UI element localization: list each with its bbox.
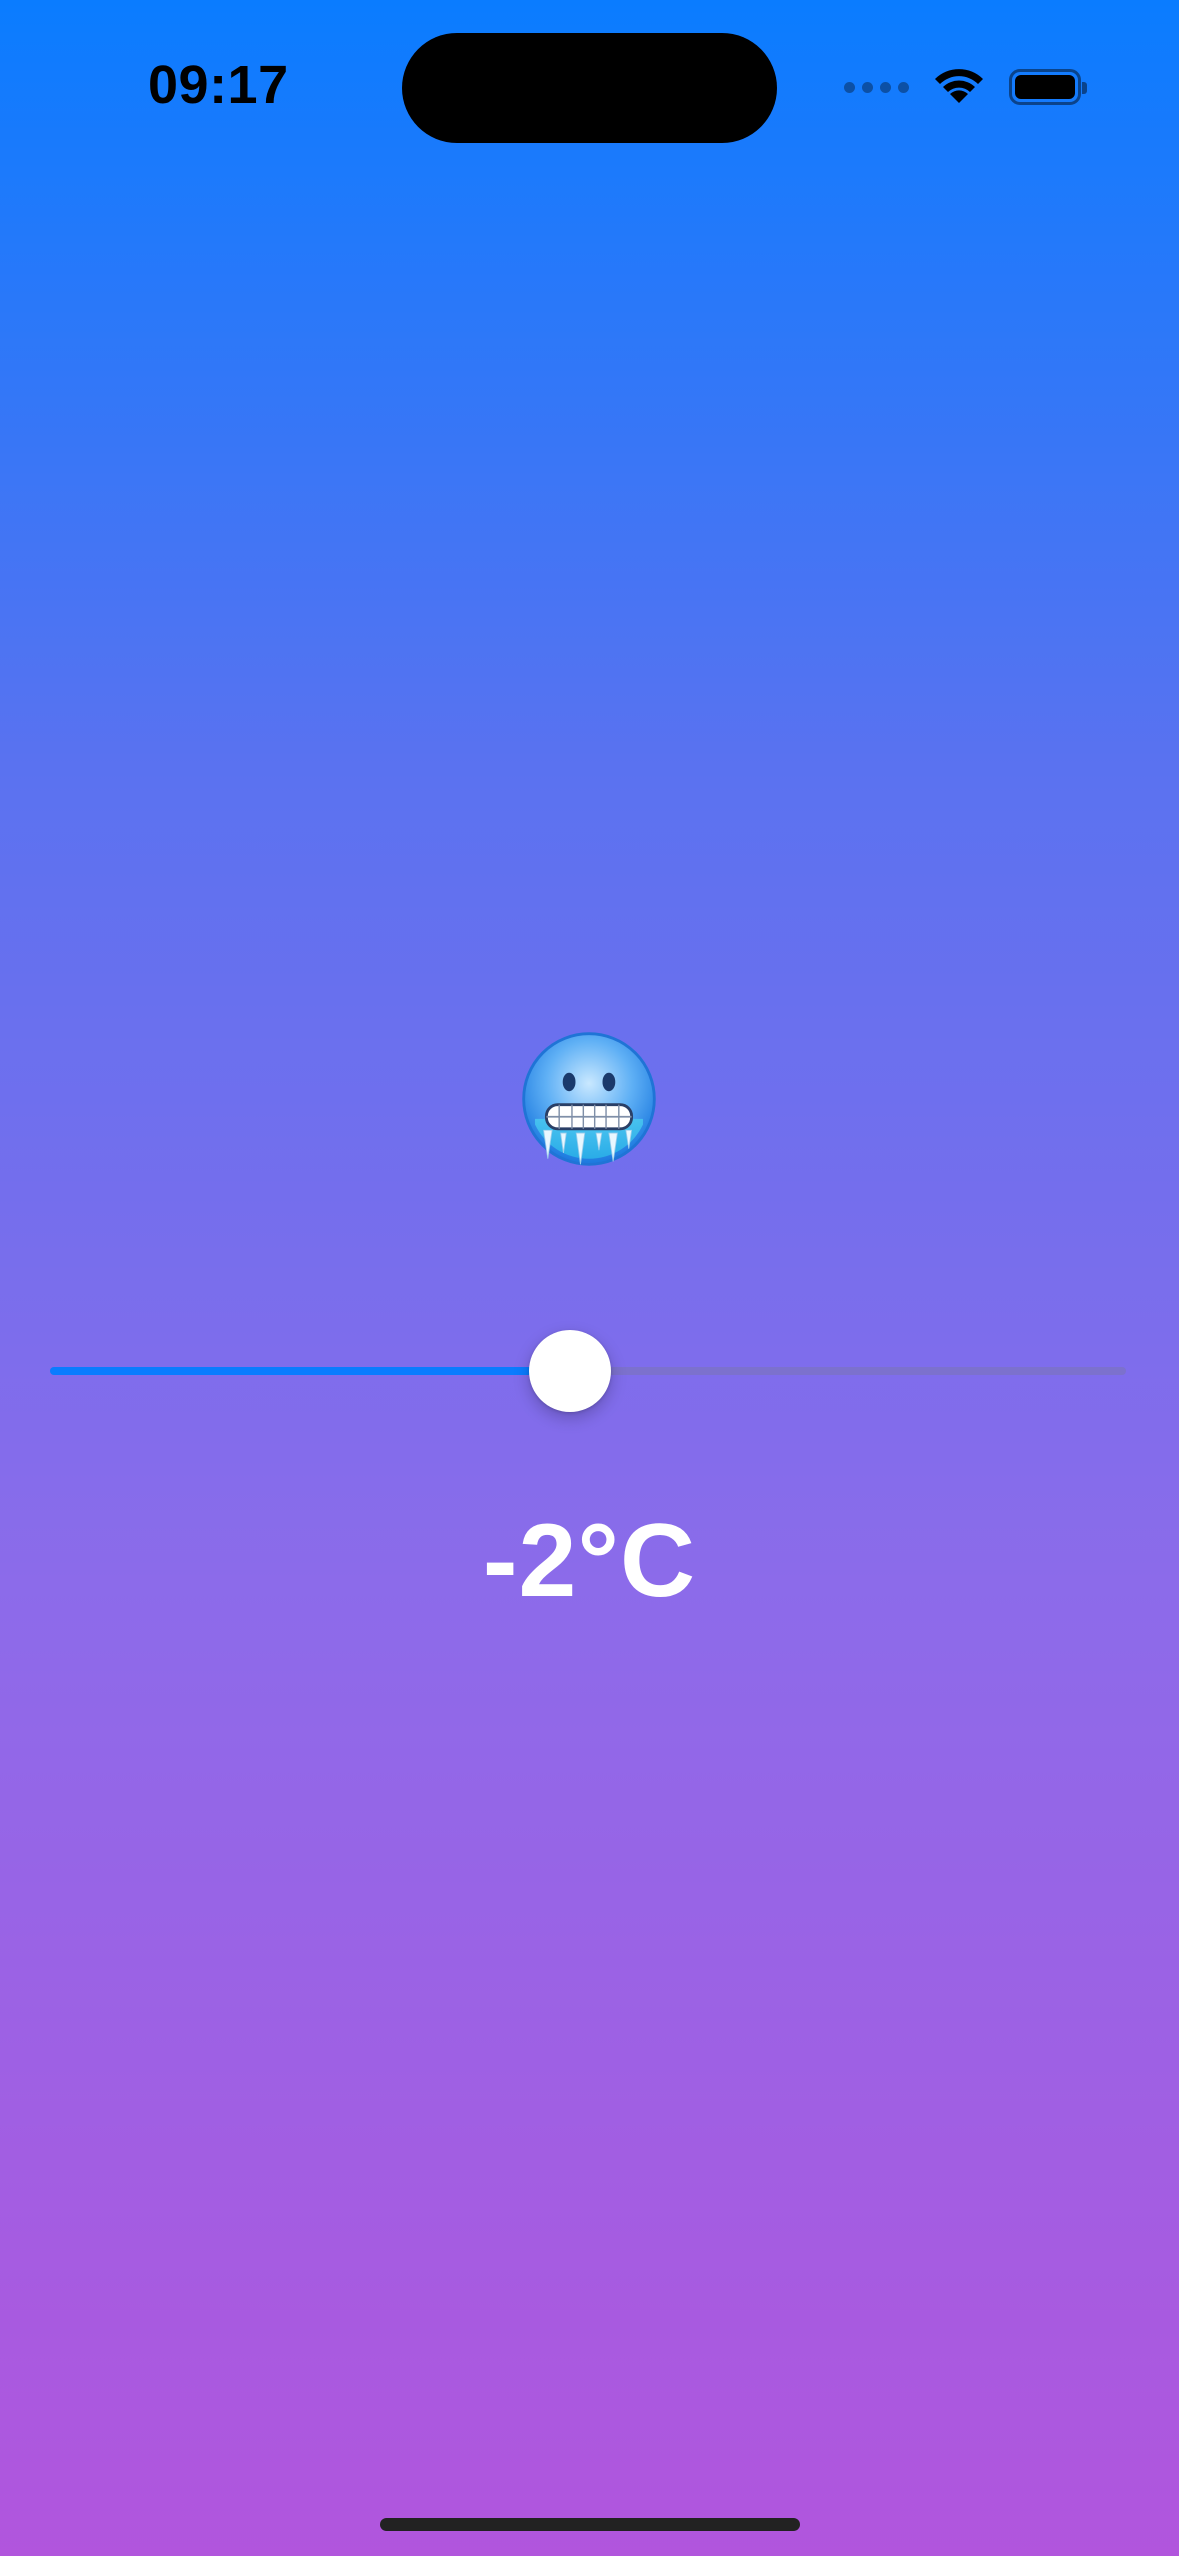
home-indicator[interactable] <box>380 2518 800 2531</box>
cellular-dots-icon <box>844 81 909 93</box>
status-time: 09:17 <box>148 55 289 115</box>
wifi-icon <box>935 69 983 103</box>
battery-icon <box>1009 69 1087 105</box>
slider-fill <box>50 1367 570 1375</box>
temperature-slider[interactable] <box>50 1320 1126 1420</box>
slider-thumb[interactable] <box>529 1330 611 1412</box>
temperature-label: -2°C <box>482 1503 697 1619</box>
dynamic-island <box>402 33 777 143</box>
cold-face-emoji <box>522 1032 656 1166</box>
status-icons <box>844 64 1087 110</box>
